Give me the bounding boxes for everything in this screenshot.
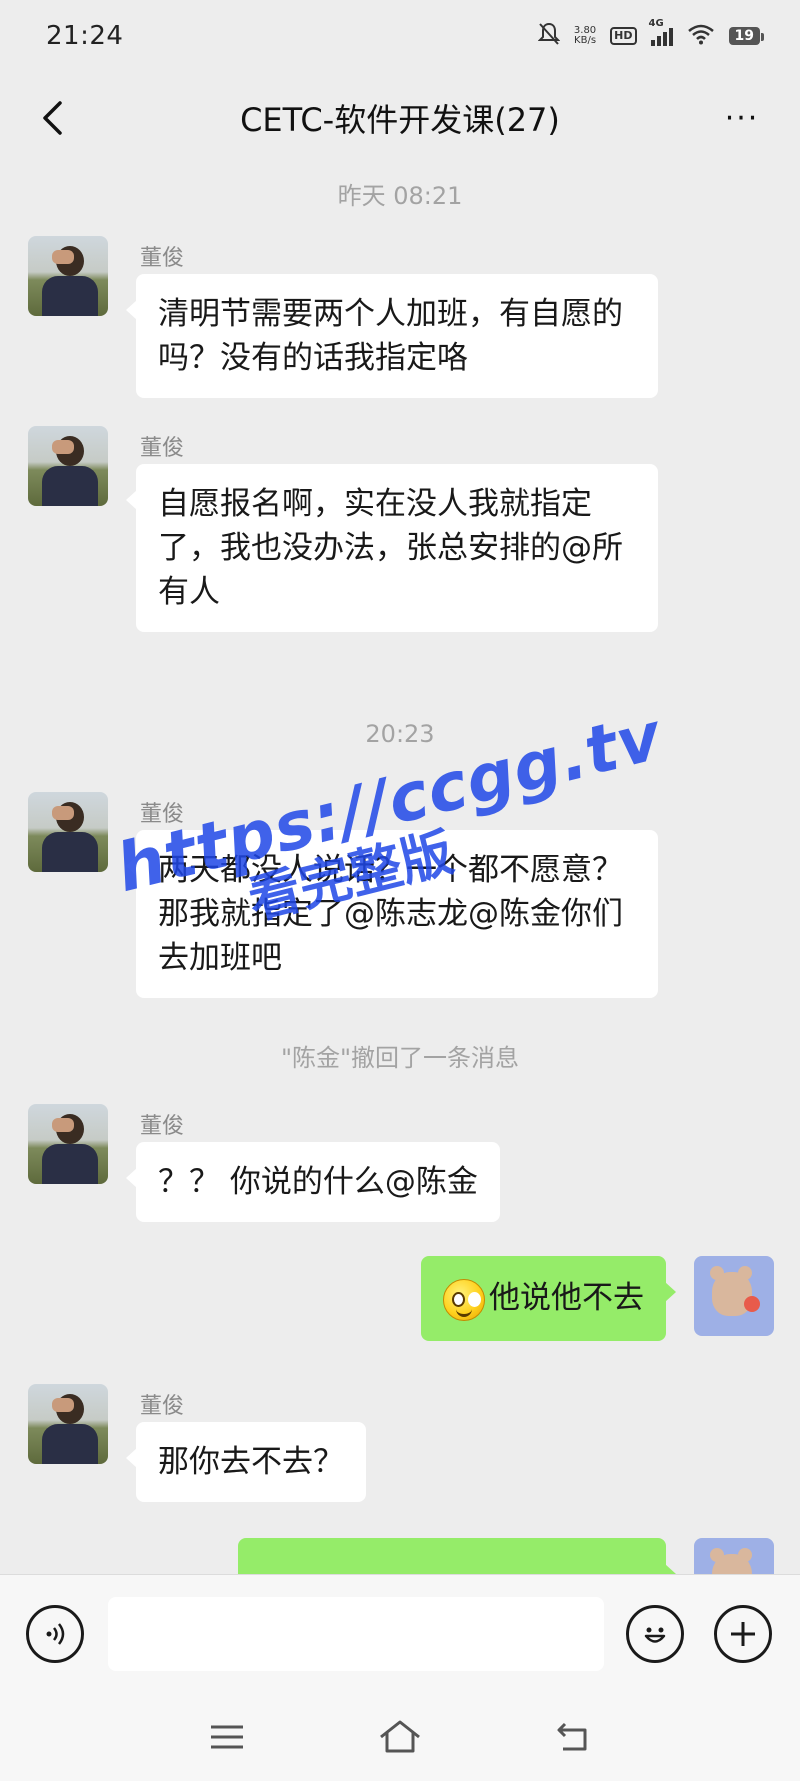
my-message-bubble[interactable] <box>238 1538 676 1574</box>
sender-name: 董俊 <box>140 1114 185 1139</box>
my-message-text: 他说他不去 <box>489 1280 644 1316</box>
status-time: 21:24 <box>46 21 124 51</box>
avatar[interactable] <box>28 1384 108 1464</box>
sender-name: 董俊 <box>140 436 185 461</box>
system-navigation-bar <box>0 1692 800 1781</box>
more-options-button[interactable]: ··· <box>714 96 770 140</box>
chat-title: CETC-软件开发课(27) <box>240 101 560 139</box>
voice-button[interactable] <box>26 1605 84 1663</box>
message-bubble[interactable]: 那你去不去？ <box>126 1422 366 1502</box>
home-icon <box>380 1720 420 1752</box>
status-bar: 21:24 3.80 KB/s HD 4G 19 <box>0 0 800 72</box>
recall-notice: "陈金"撤回了一条消息 <box>280 1044 520 1072</box>
mute-icon <box>537 22 561 51</box>
timestamp: 20:23 <box>365 720 435 748</box>
home-button[interactable] <box>375 1712 425 1762</box>
sender-name: 董俊 <box>140 246 185 271</box>
timestamp: 昨天 08:21 <box>337 182 463 210</box>
avatar[interactable] <box>28 1104 108 1184</box>
my-avatar[interactable] <box>694 1538 774 1574</box>
message-bubble[interactable]: 清明节需要两个人加班，有自愿的吗？没有的话我指定咯 <box>126 274 658 398</box>
network-type: 4G <box>648 18 664 29</box>
back-nav-button[interactable] <box>548 1712 598 1762</box>
message-input[interactable] <box>108 1597 604 1671</box>
message-bubble[interactable]: 两天都没人说话？一个都不愿意？那我就指定了@陈志龙@陈金你们去加班吧 <box>126 830 658 998</box>
message-bubble[interactable]: 自愿报名啊，实在没人我就指定了，我也没办法，张总安排的@所有人 <box>126 464 658 632</box>
my-avatar[interactable] <box>694 1256 774 1336</box>
plus-icon <box>731 1622 755 1646</box>
smiley-emoji-icon <box>443 1278 485 1321</box>
sender-name: 董俊 <box>140 1394 185 1419</box>
sender-name: 董俊 <box>140 802 185 827</box>
hd-badge: HD <box>610 27 637 45</box>
chat-header: CETC-软件开发课(27) ··· <box>0 72 800 164</box>
message-bubble[interactable]: ？？ 你说的什么@陈金 <box>126 1142 500 1222</box>
signal-icon: 4G <box>649 18 673 46</box>
emoji-icon <box>644 1627 666 1643</box>
wifi-icon <box>687 23 715 50</box>
menu-button[interactable] <box>202 1712 252 1762</box>
add-button[interactable] <box>714 1605 772 1663</box>
net-speed-unit: KB/s <box>574 35 597 46</box>
my-message-bubble[interactable]: 他说他不去 <box>421 1256 676 1341</box>
avatar[interactable] <box>28 236 108 316</box>
battery-icon: 19 <box>728 27 765 45</box>
menu-icon <box>210 1725 243 1748</box>
net-speed: 3.80 KB/s <box>574 26 596 46</box>
return-icon <box>557 1722 587 1750</box>
voice-icon <box>46 1623 65 1645</box>
chevron-left-icon <box>43 101 62 135</box>
back-button[interactable] <box>30 96 74 140</box>
more-icon: ··· <box>724 100 760 136</box>
avatar[interactable] <box>28 792 108 872</box>
input-bar <box>0 1574 800 1692</box>
message-list[interactable]: 昨天 08:21 董俊 清明节需要两个人加班，有自愿的吗？没有的话我指定咯 董俊… <box>0 164 800 1574</box>
avatar[interactable] <box>28 426 108 506</box>
status-icons: 3.80 KB/s HD 4G 19 <box>537 18 765 51</box>
emoji-button[interactable] <box>626 1605 684 1663</box>
